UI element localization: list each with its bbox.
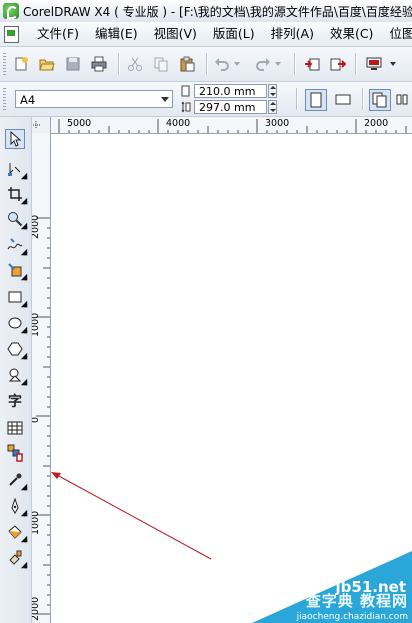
watermark-url: jiaocheng.chazidian.com bbox=[296, 612, 408, 622]
page-width-row: 210.0 mm bbox=[181, 83, 277, 98]
site-watermark: jb51.net 查字典 教程网 jiaocheng.chazidian.com bbox=[252, 551, 412, 623]
window-title: CorelDRAW X4 ( 专业版 ) - [F:\我的文档\我的源文件作品\… bbox=[23, 4, 412, 19]
all-pages-icon bbox=[372, 92, 387, 108]
interactive-blend-tool-icon[interactable] bbox=[5, 443, 25, 463]
toolbar-grip[interactable] bbox=[3, 53, 6, 75]
coreldraw-logo-icon bbox=[3, 3, 19, 19]
basic-shapes-tool-icon[interactable] bbox=[5, 365, 28, 386]
interactive-fill-tool-icon[interactable] bbox=[5, 548, 28, 569]
ruler-label: 2000 bbox=[364, 118, 389, 129]
property-bar: A4 210.0 mm 297.0 mm bbox=[0, 82, 412, 117]
eyedropper-tool-icon[interactable] bbox=[5, 470, 28, 491]
width-icon bbox=[181, 85, 191, 97]
print-icon[interactable] bbox=[89, 54, 109, 74]
undo-dropdown-icon[interactable] bbox=[232, 54, 242, 74]
launcher-dropdown-icon[interactable] bbox=[388, 54, 398, 74]
outline-tool-icon[interactable] bbox=[5, 496, 28, 517]
crop-tool-icon[interactable] bbox=[5, 184, 28, 205]
document-icon[interactable] bbox=[4, 25, 19, 43]
landscape-button[interactable] bbox=[333, 89, 355, 111]
ruler-label: 5000 bbox=[67, 118, 92, 129]
horizontal-ruler[interactable]: 5000 4000 3000 2000 bbox=[31, 117, 412, 134]
freehand-tool-icon[interactable] bbox=[5, 235, 28, 256]
open-icon[interactable] bbox=[37, 54, 57, 74]
menu-effects[interactable]: 效果(C) bbox=[322, 22, 381, 46]
redo-icon[interactable] bbox=[253, 54, 273, 74]
watermark-text: 查字典 教程网 bbox=[305, 592, 408, 610]
menu-bitmaps[interactable]: 位图 bbox=[381, 22, 412, 46]
annotation-arrow bbox=[51, 472, 212, 560]
redo-dropdown-icon[interactable] bbox=[273, 54, 283, 74]
text-tool-icon[interactable]: 字 bbox=[5, 391, 25, 411]
page-height-row: 297.0 mm bbox=[181, 99, 277, 114]
polygon-tool-icon[interactable] bbox=[5, 339, 28, 360]
menu-edit[interactable]: 编辑(E) bbox=[87, 22, 146, 46]
import-icon[interactable] bbox=[302, 54, 322, 74]
ruler-origin[interactable] bbox=[31, 117, 51, 134]
height-icon bbox=[181, 101, 191, 113]
standard-toolbar bbox=[0, 47, 412, 82]
width-spinner[interactable] bbox=[268, 83, 277, 98]
current-page-button[interactable] bbox=[394, 89, 412, 111]
toolbox: 字 bbox=[0, 117, 32, 623]
landscape-icon bbox=[335, 94, 351, 105]
all-pages-button[interactable] bbox=[369, 89, 391, 111]
rectangle-tool-icon[interactable] bbox=[5, 287, 28, 308]
ruler-label: 3000 bbox=[265, 118, 290, 129]
new-icon[interactable] bbox=[11, 54, 31, 74]
property-bar-grip[interactable] bbox=[3, 88, 6, 110]
application-launcher-icon[interactable] bbox=[364, 54, 384, 74]
title-bar: CorelDRAW X4 ( 专业版 ) - [F:\我的文档\我的源文件作品\… bbox=[0, 0, 412, 23]
save-icon[interactable] bbox=[63, 54, 83, 74]
text-tool-glyph: 字 bbox=[8, 394, 22, 410]
page-size-select[interactable]: A4 bbox=[15, 90, 173, 108]
menu-layout[interactable]: 版面(L) bbox=[205, 22, 263, 46]
copy-icon[interactable] bbox=[151, 54, 171, 74]
fill-tool-icon[interactable] bbox=[5, 522, 28, 543]
menu-arrange[interactable]: 排列(A) bbox=[263, 22, 322, 46]
zoom-tool-icon[interactable] bbox=[5, 209, 28, 230]
vertical-ruler-ticks bbox=[36, 217, 50, 615]
page-size-value: A4 bbox=[20, 93, 36, 107]
menu-bar: 文件(F) 编辑(E) 视图(V) 版面(L) 排列(A) 效果(C) 位图 bbox=[0, 22, 412, 47]
page-width-input[interactable]: 210.0 mm bbox=[194, 83, 267, 98]
smart-fill-tool-icon[interactable] bbox=[5, 260, 28, 281]
ellipse-tool-icon[interactable] bbox=[5, 313, 28, 334]
pick-tool-icon[interactable] bbox=[5, 129, 25, 149]
current-page-icon bbox=[396, 94, 408, 105]
drawing-canvas[interactable]: jb51.net 查字典 教程网 jiaocheng.chazidian.com bbox=[51, 134, 412, 623]
cut-icon[interactable] bbox=[125, 54, 145, 74]
vertical-ruler[interactable]: 2000 1000 0 1000 2000 bbox=[30, 133, 51, 623]
shape-tool-icon[interactable] bbox=[5, 159, 28, 180]
ruler-origin-icon bbox=[33, 121, 41, 129]
ruler-label: 4000 bbox=[166, 118, 191, 129]
portrait-icon bbox=[310, 92, 322, 108]
menu-view[interactable]: 视图(V) bbox=[146, 22, 205, 46]
paste-icon[interactable] bbox=[177, 54, 197, 74]
chevron-down-icon bbox=[161, 97, 169, 102]
page-height-input[interactable]: 297.0 mm bbox=[194, 99, 267, 114]
undo-icon[interactable] bbox=[212, 54, 232, 74]
height-spinner[interactable] bbox=[268, 99, 277, 114]
table-tool-icon[interactable] bbox=[5, 418, 25, 438]
export-icon[interactable] bbox=[328, 54, 348, 74]
menu-file[interactable]: 文件(F) bbox=[29, 22, 87, 46]
portrait-button[interactable] bbox=[305, 89, 327, 111]
